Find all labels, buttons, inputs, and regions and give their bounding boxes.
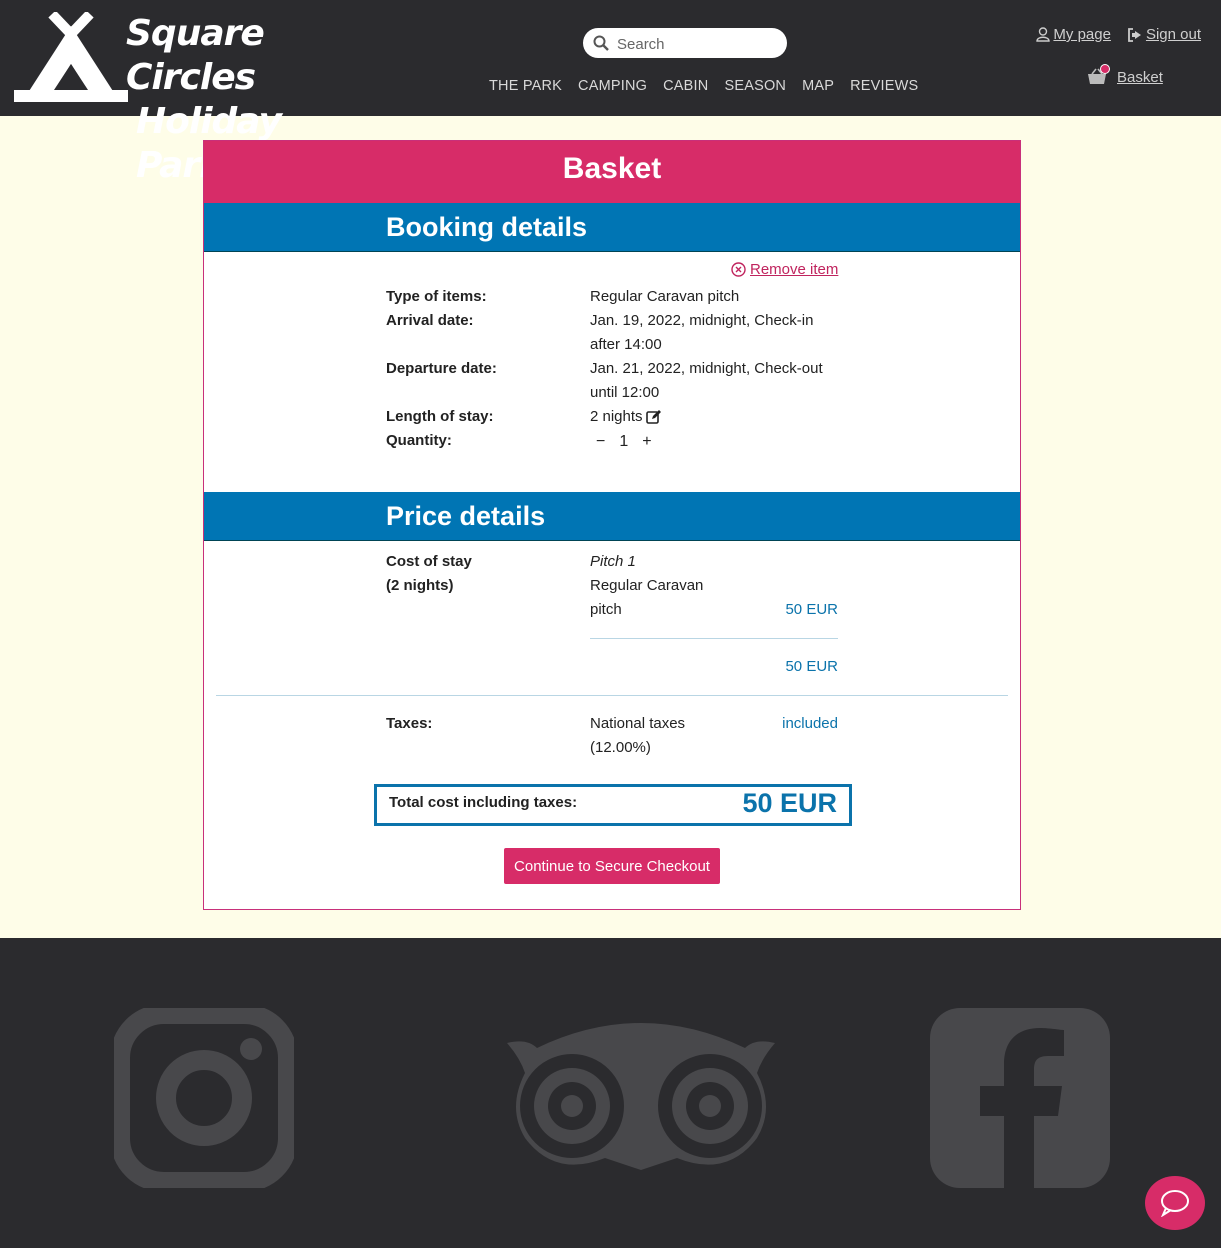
total-box: Total cost including taxes: 50 EUR bbox=[374, 784, 852, 826]
quantity-label: Quantity: bbox=[386, 432, 452, 449]
type-value: Regular Caravan pitch bbox=[590, 288, 740, 305]
departure-value: Jan. 21, 2022, midnight, Check-out until… bbox=[590, 360, 823, 401]
nav-the-park[interactable]: THE PARK bbox=[489, 78, 562, 100]
basket-title: Basket bbox=[204, 141, 1020, 203]
instagram-icon[interactable] bbox=[114, 1008, 294, 1188]
facebook-icon[interactable] bbox=[930, 1008, 1110, 1188]
basket-link[interactable]: Basket bbox=[1087, 64, 1163, 86]
tripadvisor-icon[interactable] bbox=[507, 1018, 775, 1173]
chat-button[interactable] bbox=[1145, 1176, 1205, 1230]
tent-logo-icon bbox=[14, 12, 128, 102]
chat-icon bbox=[1161, 1190, 1189, 1217]
site-logo[interactable]: Square Circles Holiday Park bbox=[14, 12, 344, 186]
nav-season[interactable]: SEASON bbox=[724, 78, 786, 100]
subtotal-divider bbox=[590, 638, 838, 639]
departure-label: Departure date: bbox=[386, 360, 497, 377]
quantity-value: 1 bbox=[619, 433, 629, 450]
pitch-name: Pitch 1 bbox=[590, 553, 636, 570]
sign-out-label[interactable]: Sign out bbox=[1146, 26, 1201, 43]
sign-out-icon bbox=[1128, 27, 1141, 42]
subtotal-value: 50 EUR bbox=[785, 658, 838, 675]
quantity-decrease-button[interactable]: − bbox=[596, 433, 605, 451]
sign-out-link[interactable]: Sign out bbox=[1127, 26, 1201, 43]
total-value: 50 EUR bbox=[742, 788, 837, 818]
remove-item-label[interactable]: Remove item bbox=[750, 261, 838, 278]
basket-label[interactable]: Basket bbox=[1117, 69, 1163, 86]
price-details-heading: Price details bbox=[204, 492, 1020, 541]
my-page-label[interactable]: My page bbox=[1053, 26, 1111, 43]
arrival-label: Arrival date: bbox=[386, 312, 474, 329]
taxes-label: Taxes: bbox=[386, 715, 433, 732]
type-label: Type of items: bbox=[386, 288, 487, 305]
remove-item-link[interactable]: Remove item bbox=[731, 261, 838, 278]
arrival-value: Jan. 19, 2022, midnight, Check-in after … bbox=[590, 312, 814, 353]
total-label: Total cost including taxes: bbox=[389, 794, 578, 811]
length-value-wrap: 2 nights bbox=[590, 405, 840, 429]
length-value: 2 nights bbox=[590, 408, 643, 425]
tax-value: included bbox=[782, 715, 838, 732]
my-page-link[interactable]: My page bbox=[1036, 26, 1111, 43]
booking-details-heading: Booking details bbox=[204, 203, 1020, 252]
nav-camping[interactable]: CAMPING bbox=[578, 78, 647, 100]
logo-line-1: Square Circles bbox=[126, 13, 265, 98]
search-icon bbox=[593, 35, 609, 51]
pitch-price: 50 EUR bbox=[785, 601, 838, 618]
edit-icon[interactable] bbox=[645, 409, 662, 425]
basket-icon bbox=[1087, 64, 1110, 86]
search-input[interactable] bbox=[615, 32, 779, 56]
user-icon bbox=[1036, 27, 1051, 42]
section-divider bbox=[216, 695, 1008, 696]
user-links: My page Sign out bbox=[1036, 26, 1201, 43]
quantity-increase-button[interactable]: + bbox=[642, 433, 651, 451]
remove-circle-icon bbox=[731, 262, 746, 277]
site-footer bbox=[0, 938, 1221, 1248]
basket-card: Basket Booking details Remove item Type … bbox=[203, 140, 1021, 910]
tax-name: National taxes (12.00%) bbox=[590, 715, 686, 756]
quantity-stepper[interactable]: − 1 + bbox=[596, 433, 652, 451]
main-nav: THE PARK CAMPING CABIN SEASON MAP REVIEW… bbox=[481, 78, 926, 100]
site-header: Square Circles Holiday Park THE PARK CAM… bbox=[0, 0, 1221, 186]
pitch-type: Regular Caravan pitch bbox=[590, 577, 704, 618]
cost-label-line1: Cost of stay bbox=[386, 553, 472, 570]
checkout-button[interactable]: Continue to Secure Checkout bbox=[504, 848, 720, 884]
nav-cabin[interactable]: CABIN bbox=[663, 78, 708, 100]
length-label: Length of stay: bbox=[386, 408, 494, 425]
nav-reviews[interactable]: REVIEWS bbox=[850, 78, 918, 100]
nav-map[interactable]: MAP bbox=[802, 78, 834, 100]
cost-label-line2: (2 nights) bbox=[386, 577, 454, 594]
basket-badge bbox=[1100, 64, 1110, 74]
search-box[interactable] bbox=[583, 28, 787, 58]
